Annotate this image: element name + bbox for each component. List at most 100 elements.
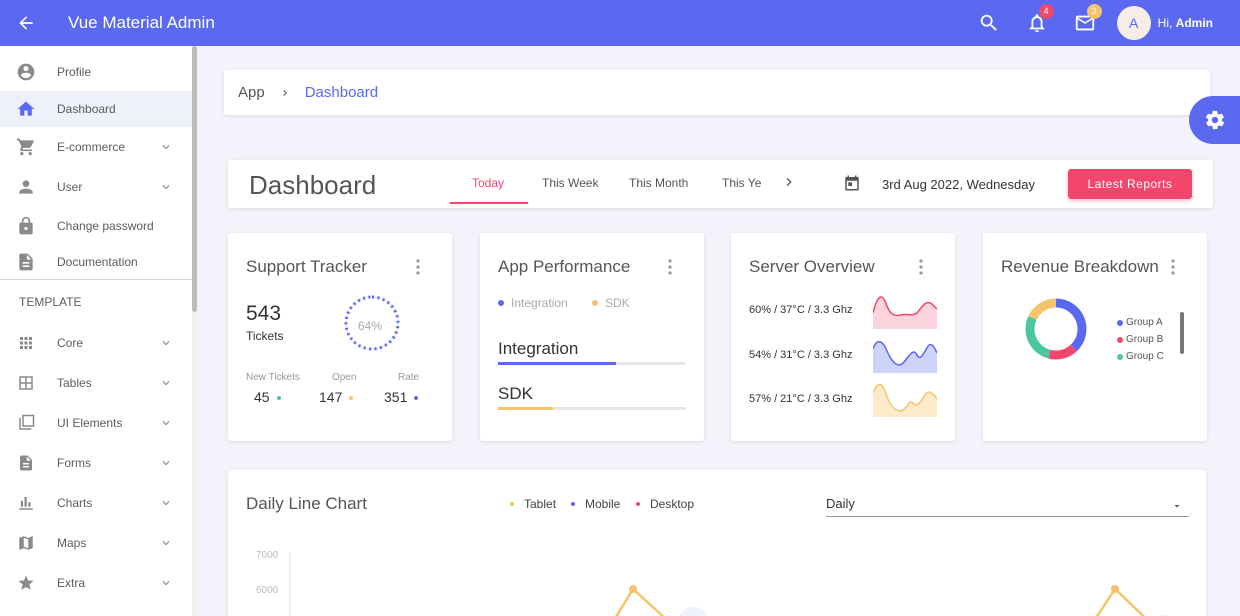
chevron-down-icon <box>162 581 170 586</box>
messages-button[interactable]: 3 <box>1061 0 1109 46</box>
tickets-percent: 64% <box>358 319 383 333</box>
server-row-3: 57% / 21°C / 3.3 Ghz <box>749 393 853 405</box>
notifications-button[interactable]: 4 <box>1013 0 1061 46</box>
more-vert-icon[interactable] <box>917 258 925 276</box>
card-title: App Performance <box>498 257 631 276</box>
period-select[interactable]: Daily <box>826 496 1189 517</box>
latest-reports-button[interactable]: Latest Reports <box>1068 169 1192 199</box>
sidebar-item-maps[interactable]: Maps <box>0 525 192 561</box>
legend-item-group-c: Group C <box>1117 351 1164 362</box>
sidebar-item-extra[interactable]: Extra <box>0 565 192 601</box>
line-chart-plot <box>289 552 1167 616</box>
sidebar-section-template: TEMPLATE <box>19 295 82 309</box>
sidebar-item-core[interactable]: Core <box>0 325 192 361</box>
perf-fill-integration <box>498 362 617 365</box>
chevron-down-icon <box>162 185 170 190</box>
sidebar-item-ui-elements[interactable]: UI Elements <box>0 405 192 441</box>
cart-icon <box>16 138 34 156</box>
stat-value-new-tickets: 45 <box>254 389 281 405</box>
stat-label-new-tickets: New Tickets <box>246 372 300 383</box>
form-icon <box>20 455 32 471</box>
status-dot <box>349 396 354 401</box>
legend-item-sdk: SDK <box>592 296 630 310</box>
dropdown-arrow-icon <box>1174 505 1180 508</box>
sidebar-item-user[interactable]: User <box>0 169 192 205</box>
page-title: Dashboard <box>249 170 377 200</box>
bar-chart-icon <box>19 497 33 510</box>
donut-slice-2 <box>1025 316 1051 359</box>
server-row-1: 60% / 37°C / 3.3 Ghz <box>749 304 853 316</box>
app-performance-card: App Performance Integration SDK Integrat… <box>480 233 704 441</box>
tickets-label: Tickets <box>246 329 284 343</box>
chevron-down-icon <box>162 341 170 346</box>
legend-item-tablet: Tablet <box>510 497 556 511</box>
chevron-down-icon <box>162 461 170 466</box>
tab-this-year[interactable]: This Ye <box>722 176 761 190</box>
breadcrumb-current: Dashboard <box>304 84 379 101</box>
calendar-icon <box>845 175 859 191</box>
arrow-left-icon <box>19 16 33 30</box>
breadcrumb-root[interactable]: App <box>238 84 265 101</box>
sidebar-item-tables[interactable]: Tables <box>0 365 192 401</box>
star-icon <box>18 575 34 590</box>
tab-this-week[interactable]: This Week <box>542 176 598 190</box>
perf-fill-sdk <box>498 407 553 410</box>
support-tracker-card: Support Tracker 543 Tickets 64% New Tick… <box>228 233 452 441</box>
daily-line-chart-card: Daily Line Chart Tablet Mobile Desktop D… <box>228 470 1206 616</box>
search-icon <box>980 14 997 31</box>
settings-button[interactable] <box>1189 96 1240 144</box>
sidebar-item-profile[interactable]: Profile <box>0 54 192 90</box>
tab-this-month[interactable]: This Month <box>629 176 688 190</box>
sidebar-item-dashboard[interactable]: Dashboard <box>0 91 192 127</box>
tab-today[interactable]: Today <box>472 176 504 190</box>
account-circle-icon <box>17 63 35 81</box>
lock-icon <box>19 216 33 235</box>
stat-label-rate: Rate <box>398 372 420 383</box>
person-icon <box>19 180 33 194</box>
map-icon <box>19 536 33 550</box>
more-vert-icon[interactable] <box>666 258 674 276</box>
chevron-right-icon[interactable] <box>781 173 797 191</box>
sidebar-item-ecommerce[interactable]: E-commerce <box>0 129 192 165</box>
chevron-down-icon <box>162 501 170 506</box>
sidebar-scrollbar-thumb[interactable] <box>192 46 197 312</box>
chevron-down-icon <box>162 421 170 426</box>
donut-slice-3 <box>1028 298 1057 321</box>
table-icon <box>19 376 33 390</box>
user-greeting[interactable]: Hi, Admin <box>1158 16 1213 30</box>
server-sparkline-1 <box>873 296 937 329</box>
sidebar-item-change-password[interactable]: Change password <box>0 208 192 244</box>
current-date: 3rd Aug 2022, Wednesday <box>882 177 1035 192</box>
tickets-count: 543 <box>246 302 282 325</box>
chevron-down-icon <box>162 145 170 150</box>
notifications-badge: 4 <box>1038 4 1054 19</box>
home-icon <box>17 101 35 116</box>
legend-item-integration: Integration <box>498 296 568 310</box>
grid-icon <box>20 337 32 349</box>
card-title: Support Tracker <box>246 257 367 276</box>
dashboard-header: Dashboard Today This Week This Month Thi… <box>228 160 1213 208</box>
back-arrow-button[interactable] <box>0 0 52 46</box>
revenue-breakdown-card: Revenue Breakdown Group A Group B Group … <box>983 233 1207 441</box>
sidebar-item-documentation[interactable]: Documentation <box>0 244 192 280</box>
sidebar-item-forms[interactable]: Forms <box>0 445 192 481</box>
app-title: Vue Material Admin <box>68 13 215 32</box>
chevron-down-icon <box>162 381 170 386</box>
legend-scrollbar[interactable] <box>1180 312 1184 354</box>
server-overview-card: Server Overview 60% / 37°C / 3.3 Ghz 54%… <box>731 233 955 441</box>
status-dot <box>276 396 281 401</box>
sidebar-item-charts[interactable]: Charts <box>0 485 192 521</box>
donut-slice-0 <box>1055 298 1087 352</box>
perf-label-integration: Integration <box>498 339 579 358</box>
more-vert-icon[interactable] <box>1169 258 1177 276</box>
search-button[interactable] <box>965 0 1013 46</box>
more-vert-icon[interactable] <box>414 258 422 276</box>
top-app-bar: Vue Material Admin 4 3 A Hi, Admin <box>0 0 1240 46</box>
messages-badge: 3 <box>1086 4 1102 19</box>
card-title: Daily Line Chart <box>246 494 367 513</box>
avatar[interactable]: A <box>1116 6 1151 40</box>
donut-slice-1 <box>1048 344 1077 360</box>
card-title: Revenue Breakdown <box>1001 257 1159 276</box>
legend-item-mobile: Mobile <box>571 497 620 511</box>
chevron-right-icon <box>283 89 287 96</box>
